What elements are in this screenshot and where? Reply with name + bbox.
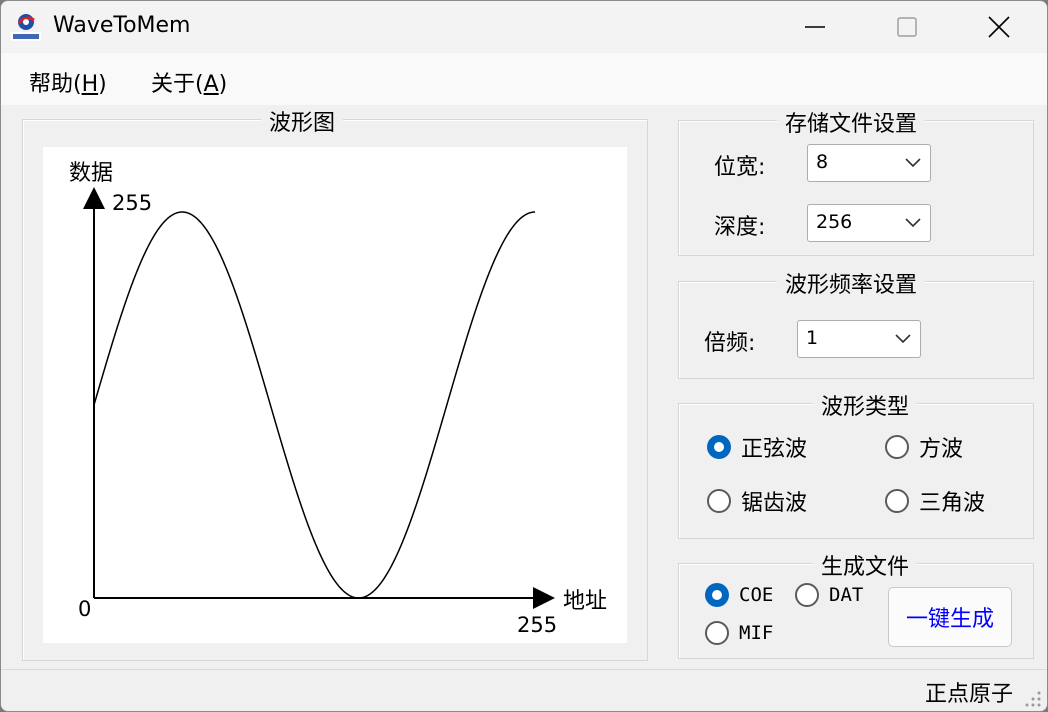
generate-group-title: 生成文件 [813,549,918,581]
radio-triangle-wave[interactable]: 三角波 [885,485,985,517]
multiplier-label: 倍频: [704,331,756,356]
depth-select[interactable]: 256 [807,204,931,242]
status-text: 正点原子 [924,682,1013,707]
y-max-tick-label: 255 [112,191,153,215]
y-axis-arrow-icon [83,187,105,209]
waveform-canvas: 数据 255 0 地址 255 [43,147,627,643]
wave-type-group-title: 波形类型 [813,389,918,421]
y-axis-label: 数据 [69,161,114,186]
radio-indicator[interactable] [705,621,729,645]
minimize-button[interactable] [769,1,861,53]
zhengdian-atom-logo-icon [9,11,43,43]
x-axis-arrow-icon [533,587,555,609]
multiplier-select[interactable]: 1 [797,320,921,358]
menu-about[interactable]: 关于(A) [145,64,233,100]
radio-indicator[interactable] [795,583,819,607]
sine-wave-line [93,211,536,599]
radio-square-wave[interactable]: 方波 [885,431,963,463]
main-window: WaveToMem 帮助(H) 关于(A) 波形图 数据 255 0 地址 25… [0,0,1048,712]
origin-tick-label: 0 [78,597,92,621]
depth-label: 深度: [714,215,766,240]
radio-format-dat[interactable]: DAT [795,583,863,607]
waveform-group-title: 波形图 [261,105,344,137]
menu-help[interactable]: 帮助(H) [23,64,113,100]
radio-indicator[interactable] [705,583,729,607]
radio-indicator[interactable] [885,435,909,459]
chevron-down-icon [905,218,921,228]
close-button[interactable] [953,1,1045,53]
radio-indicator[interactable] [885,489,909,513]
menu-bar: 帮助(H) 关于(A) [1,53,1047,105]
bit-width-label: 位宽: [714,155,766,180]
status-bar: 正点原子 [1,669,1047,711]
x-axis-label: 地址 [563,589,608,614]
one-click-generate-button[interactable]: 一键生成 [888,587,1012,647]
window-title: WaveToMem [53,13,191,38]
chevron-down-icon [895,334,911,344]
radio-sawtooth-wave[interactable]: 锯齿波 [707,485,807,517]
radio-format-mif[interactable]: MIF [705,621,773,645]
radio-format-coe[interactable]: COE [705,583,773,607]
bit-width-select[interactable]: 8 [807,144,931,182]
radio-indicator[interactable] [707,489,731,513]
close-icon [988,16,1010,38]
resize-grip-icon[interactable] [1021,687,1043,709]
x-max-tick-label: 255 [517,613,558,637]
storage-group-title: 存储文件设置 [777,106,926,138]
maximize-icon [897,17,917,37]
minimize-icon [805,26,825,28]
frequency-group-title: 波形频率设置 [777,267,926,299]
radio-indicator[interactable] [707,435,731,459]
chevron-down-icon [905,158,921,168]
waveform-plot [83,187,555,609]
radio-sine-wave[interactable]: 正弦波 [707,431,807,463]
title-bar[interactable]: WaveToMem [1,1,1047,53]
maximize-button[interactable] [861,1,953,53]
wave-type-group: 波形类型 [678,389,1034,539]
